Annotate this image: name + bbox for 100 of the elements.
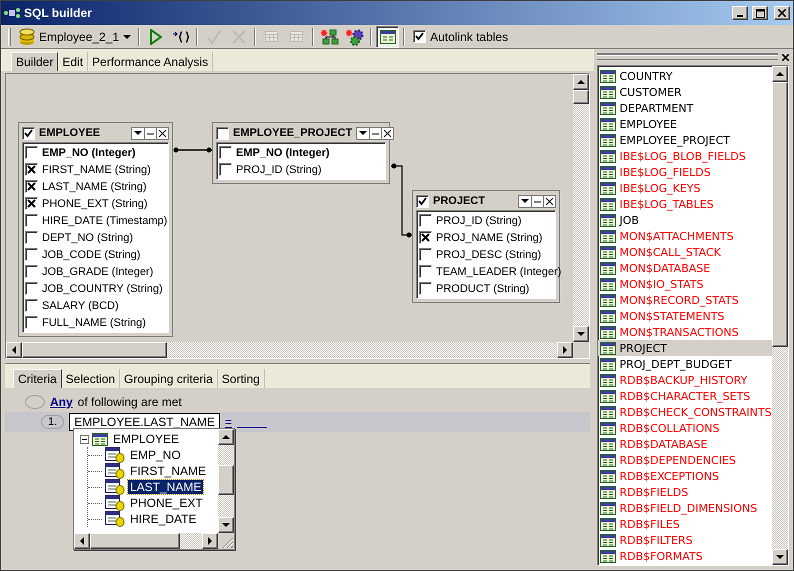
scroll-up-button[interactable] (218, 429, 234, 445)
table-list-item[interactable]: RDB$FIELD_DIMENSIONS (598, 500, 772, 516)
checkbox[interactable] (413, 30, 426, 43)
scroll-right-button[interactable] (202, 533, 218, 549)
checkbox[interactable] (25, 163, 38, 176)
field-label: SALARY (BCD) (42, 300, 119, 312)
table-icon (600, 358, 616, 370)
table-name: JOB (619, 214, 639, 226)
scroll-down-button[interactable] (573, 326, 590, 342)
table-list-item[interactable]: MON$IO_STATS (598, 276, 772, 292)
close-icon[interactable] (782, 54, 789, 60)
scrollbar-track[interactable] (573, 74, 590, 342)
tab[interactable]: Criteria (13, 369, 62, 388)
field-label: EMP_NO (Integer) (42, 146, 136, 158)
table-list-item[interactable]: RDB$FILTERS (598, 532, 772, 548)
field-label: PROJ_ID (String) (436, 214, 522, 226)
quantifier-link[interactable]: Any (50, 395, 73, 409)
diagram-icon (320, 28, 339, 46)
scrollbar-thumb[interactable] (90, 533, 180, 549)
database-dropdown[interactable]: Employee_2_1 (16, 26, 134, 48)
table-list-item[interactable]: RDB$FORMATS (598, 548, 772, 564)
tree-item[interactable]: PHONE_EXT (128, 496, 205, 510)
table-list-item[interactable]: RDB$EXCEPTIONS (598, 468, 772, 484)
scrollbar-thumb[interactable] (772, 82, 788, 347)
table-icon (600, 294, 616, 306)
table-list-item[interactable]: MON$ATTACHMENTS (598, 228, 772, 244)
table-name: RDB$DATABASE (619, 438, 708, 450)
scroll-up-button[interactable] (772, 66, 788, 82)
table-icon (600, 502, 616, 514)
table-window-controls[interactable] (356, 126, 394, 140)
tree-item[interactable]: LAST_NAME (128, 480, 204, 494)
table-card[interactable] (18, 122, 173, 337)
tree-item[interactable]: EMPLOYEE (111, 432, 182, 446)
tree-item[interactable]: EMP_NO (128, 448, 183, 462)
maximize-button[interactable] (752, 6, 768, 20)
table-list-item[interactable]: RDB$FILES (598, 516, 772, 532)
table-list-item[interactable]: RDB$CHARACTER_SETS (598, 388, 772, 404)
table-list-item[interactable]: RDB$DEPENDENCIES (598, 452, 772, 468)
field-label: DEPT_NO (String) (42, 232, 134, 244)
table-window-controls[interactable] (518, 194, 556, 208)
minimize-button[interactable] (732, 6, 748, 20)
close-button[interactable] (774, 6, 790, 20)
table-list-item[interactable]: MON$TRANSACTIONS (598, 324, 772, 340)
group-marker[interactable] (25, 395, 45, 409)
table-list-item[interactable]: DEPARTMENT (598, 100, 772, 116)
scroll-up-button[interactable] (573, 74, 590, 90)
table-window-controls[interactable] (131, 126, 169, 140)
scroll-left-button[interactable] (74, 533, 90, 549)
checkbox[interactable] (25, 197, 38, 210)
table-list-item[interactable]: PROJ_DEPT_BUDGET (598, 356, 772, 372)
table-list-item[interactable]: IBE$LOG_FIELDS (598, 164, 772, 180)
table-list-item[interactable]: CUSTOMER (598, 84, 772, 100)
scrollbar-track[interactable] (772, 66, 788, 565)
scroll-left-button[interactable] (6, 342, 22, 358)
table-list-item[interactable]: RDB$BACKUP_HISTORY (598, 372, 772, 388)
table-list-item[interactable]: RDB$DATABASE (598, 436, 772, 452)
tree-item[interactable]: FIRST_NAME (128, 464, 208, 478)
table-list-item[interactable]: EMPLOYEE_PROJECT (598, 132, 772, 148)
table-name: IBE$LOG_FIELDS (619, 166, 711, 178)
checkbox[interactable] (216, 126, 229, 140)
operator-link[interactable]: = (224, 415, 232, 429)
table-list-item[interactable]: JOB (598, 212, 772, 228)
table-list-item[interactable]: COUNTRY (598, 68, 772, 84)
table-list-item[interactable]: IBE$LOG_TABLES (598, 196, 772, 212)
panel-grip[interactable] (597, 54, 778, 60)
scrollbar-thumb[interactable] (573, 90, 590, 104)
checkbox[interactable] (25, 180, 38, 193)
scroll-down-button[interactable] (218, 517, 234, 533)
table-list-item[interactable]: IBE$LOG_BLOB_FIELDS (598, 148, 772, 164)
scroll-down-button[interactable] (772, 549, 788, 565)
resize-grip-icon[interactable] (218, 533, 234, 549)
field-label: PROJ_NAME (String) (436, 232, 542, 244)
checkbox[interactable] (419, 231, 432, 244)
table-list-item[interactable]: IBE$LOG_KEYS (598, 180, 772, 196)
scrollbar-thumb[interactable] (218, 465, 234, 495)
table-list-item[interactable]: RDB$COLLATIONS (598, 420, 772, 436)
table-list-item[interactable]: RDB$FIELDS (598, 484, 772, 500)
scrollbar-track[interactable] (6, 342, 574, 358)
table-list-item[interactable]: MON$CALL_STACK (598, 244, 772, 260)
tree-item[interactable]: HIRE_DATE (128, 512, 198, 526)
checkbox[interactable] (416, 194, 429, 208)
table-card[interactable]: PROJECT PROJ_ID (String) PROJ_NAME (String) PROJ_DESC (String) TEAM_LEADER (Integer) PRODUCT (String) (412, 190, 560, 303)
table-list-item[interactable]: MON$DATABASE (598, 260, 772, 276)
table-list-item[interactable]: PROJECT (598, 340, 772, 356)
close-icon (384, 130, 392, 136)
table-list-item[interactable]: MON$RECORD_STATS (598, 292, 772, 308)
table-name: MON$ATTACHMENTS (619, 230, 734, 242)
scrollbar-thumb[interactable] (22, 342, 167, 358)
condition-number[interactable]: 1. (41, 415, 64, 429)
table-icon (600, 214, 616, 226)
table-list-item[interactable]: MON$STATEMENTS (598, 308, 772, 324)
checkbox[interactable] (22, 126, 35, 140)
field-icon (105, 463, 125, 479)
dropdown-arrow-icon (134, 129, 142, 137)
table-list-item[interactable]: RDB$CHECK_CONSTRAINTS (598, 404, 772, 420)
tab[interactable]: Builder (11, 52, 58, 71)
collapse-icon[interactable] (80, 434, 89, 444)
toolbar-button[interactable] (376, 26, 400, 48)
table-list-item[interactable]: EMPLOYEE (598, 116, 772, 132)
scroll-right-button[interactable] (557, 342, 574, 358)
